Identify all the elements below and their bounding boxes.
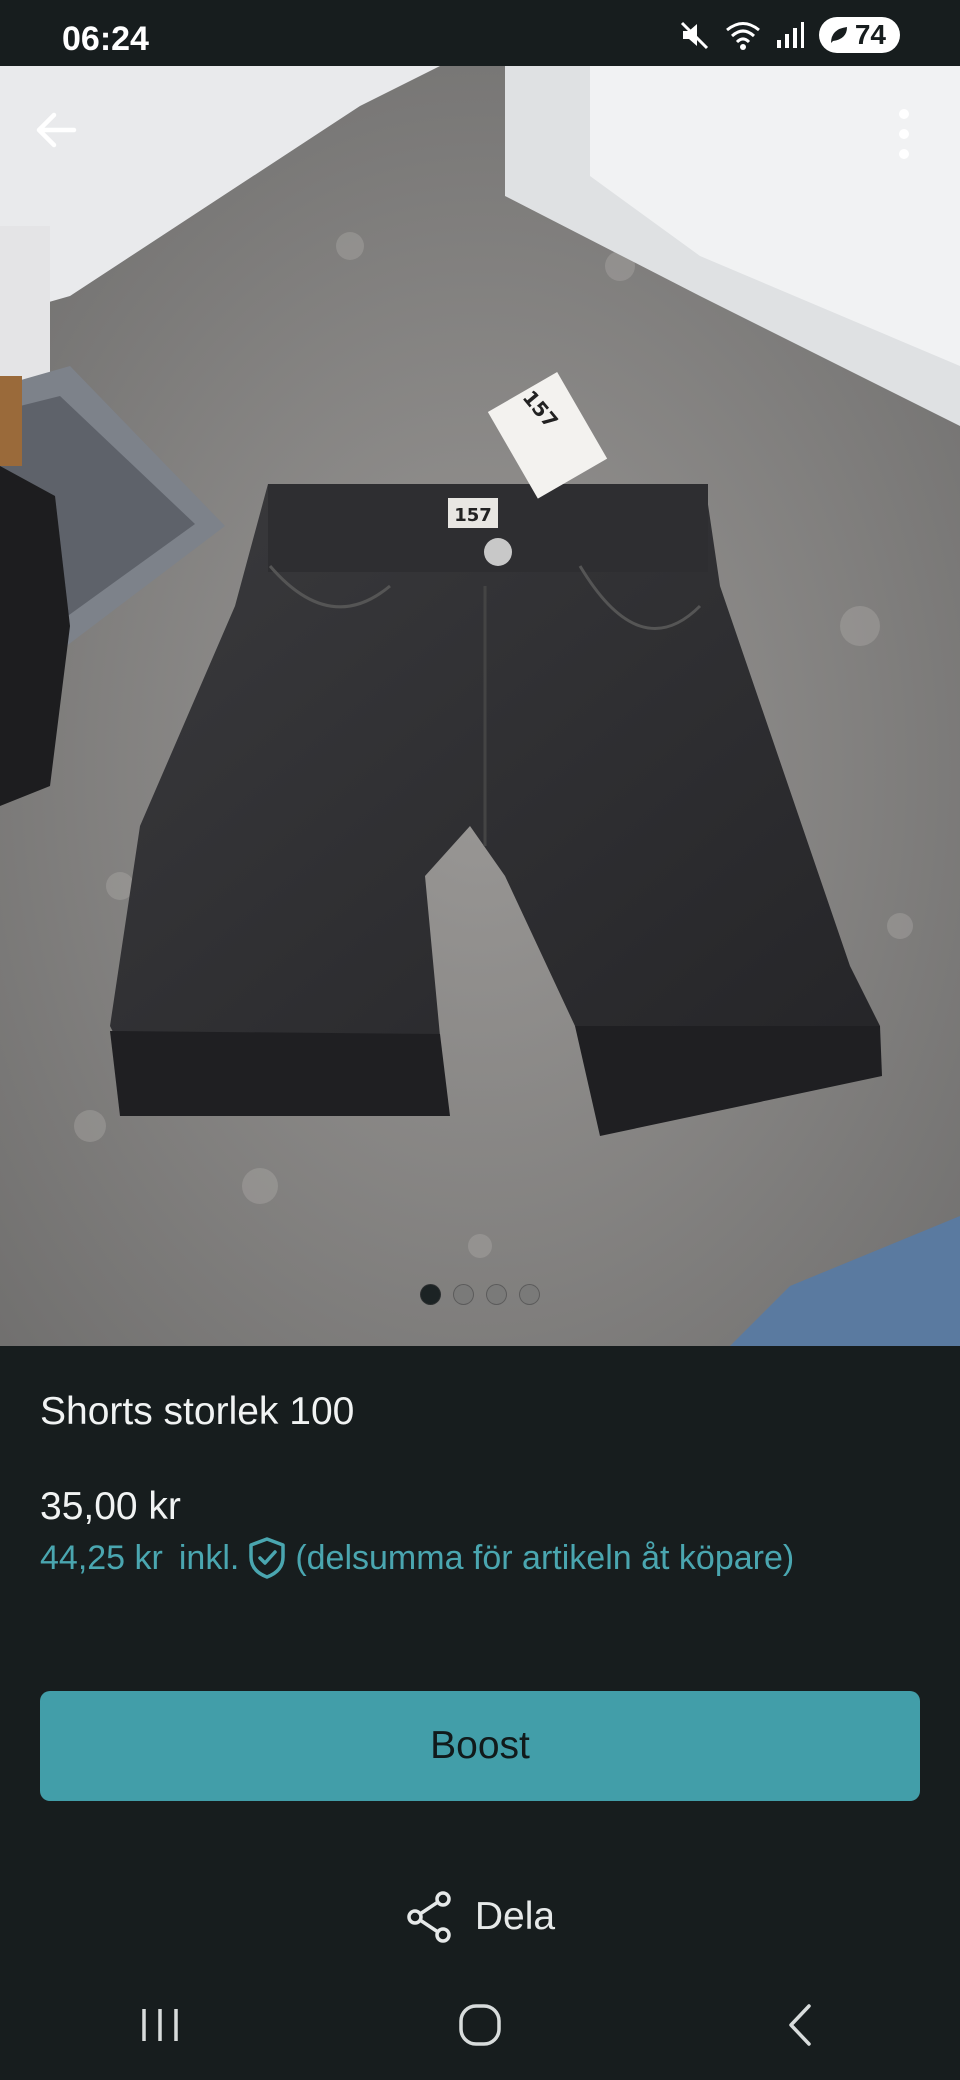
more-options-button[interactable] <box>878 104 930 164</box>
battery-indicator: 74 <box>818 17 900 53</box>
signal-icon <box>776 22 804 48</box>
boost-button[interactable]: Boost <box>40 1691 920 1801</box>
product-title: Shorts storlek 100 <box>40 1390 355 1433</box>
status-bar: 06:24 74 <box>0 0 960 66</box>
back-arrow-icon <box>36 112 77 148</box>
shield-check-icon <box>249 1537 286 1579</box>
nav-back-icon <box>789 2004 811 2046</box>
waist-label-text: 157 <box>454 505 492 526</box>
mute-icon <box>680 21 708 50</box>
pagination-dot-3[interactable] <box>486 1284 507 1305</box>
status-time: 06:24 <box>62 20 149 58</box>
price-incl-amount: 44,25 kr <box>40 1538 163 1577</box>
home-button[interactable] <box>430 1985 530 2065</box>
battery-saver-icon <box>830 27 847 43</box>
wifi-icon <box>725 22 760 50</box>
photo-pagination <box>0 1284 960 1305</box>
product-price: 35,00 kr <box>40 1485 181 1528</box>
share-icon <box>407 1891 451 1943</box>
battery-level: 74 <box>854 19 886 50</box>
home-icon <box>459 2004 501 2046</box>
price-incl-note: (delsumma för artikeln åt köpare) <box>295 1538 795 1577</box>
more-vert-icon <box>899 109 909 159</box>
system-navigation-bar <box>0 1970 960 2080</box>
product-photo[interactable]: 157 157 <box>0 66 960 1346</box>
price-incl-label: inkl. <box>178 1538 240 1577</box>
pagination-dot-1[interactable] <box>420 1284 441 1305</box>
shorts-photo-illustration: 157 157 <box>0 66 960 1346</box>
share-label: Dela <box>474 1895 556 1938</box>
pagination-dot-4[interactable] <box>519 1284 540 1305</box>
recents-button[interactable] <box>110 1985 210 2065</box>
nav-back-button[interactable] <box>750 1985 850 2065</box>
pagination-dot-2[interactable] <box>453 1284 474 1305</box>
share-button[interactable]: Dela <box>0 1890 960 1944</box>
price-including-protection[interactable]: 44,25 kr inkl. (delsumma för artikeln åt… <box>40 1536 794 1580</box>
status-icons: 74 <box>679 17 900 53</box>
back-button[interactable] <box>30 104 82 156</box>
recents-icon <box>142 2009 178 2041</box>
